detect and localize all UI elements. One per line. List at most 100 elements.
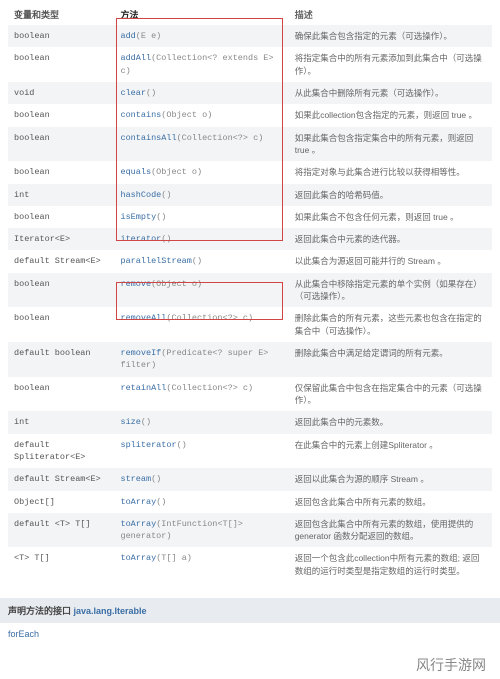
method-name-link[interactable]: hashCode (120, 190, 161, 200)
method-signature: remove(Object o) (114, 273, 288, 308)
table-row: booleanisEmpty()如果此集合不包含任何元素，则返回 true 。 (8, 206, 492, 228)
method-description: 返回以此集合为源的顺序 Stream 。 (289, 468, 492, 490)
table-row: inthashCode()返回此集合的哈希码值。 (8, 184, 492, 206)
table-row: booleanremove(Object o)从此集合中移除指定元素的单个实例（… (8, 273, 492, 308)
method-description: 将指定对象与此集合进行比较以获得相等性。 (289, 161, 492, 183)
method-params: (Object o) (151, 279, 202, 289)
table-row: Iterator<E>iterator()返回此集合中元素的迭代器。 (8, 228, 492, 250)
method-name-link[interactable]: remove (120, 279, 151, 289)
table-row: default Stream<E> parallelStream() 以此集合为源返… (8, 250, 492, 272)
watermark-text: 风行手游网 (0, 645, 500, 679)
method-signature: isEmpty() (114, 206, 288, 228)
method-name-link[interactable]: parallelStream (120, 256, 191, 266)
return-type: boolean (8, 273, 114, 308)
method-name-link[interactable]: retainAll (120, 383, 166, 393)
table-row: booleancontainsAll(Collection<?> c)如果此集合… (8, 127, 492, 162)
method-description: 返回包含此集合中所有元素的数组。 (289, 491, 492, 513)
method-description: 返回此集合中的元素数。 (289, 411, 492, 433)
inherited-method-link[interactable]: forEach (0, 623, 500, 645)
return-type: default Stream<E> (8, 468, 114, 490)
method-description: 以此集合为源返回可能并行的 Stream 。 (289, 250, 492, 272)
return-type: int (8, 411, 114, 433)
table-row: Object[]toArray()返回包含此集合中所有元素的数组。 (8, 491, 492, 513)
method-name-link[interactable]: spliterator (120, 440, 176, 450)
return-type: Iterator<E> (8, 228, 114, 250)
return-type: boolean (8, 206, 114, 228)
method-params: () (161, 190, 171, 200)
method-signature: removeAll(Collection<?> c) (114, 307, 288, 342)
method-name-link[interactable]: toArray (120, 553, 156, 563)
return-type: <T> T[] (8, 547, 114, 582)
return-type: default Spliterator<E> (8, 434, 114, 469)
return-type: boolean (8, 25, 114, 47)
table-row: booleanremoveAll(Collection<?> c)删除此集合的所… (8, 307, 492, 342)
method-params: () (177, 440, 187, 450)
method-params: (Collection<?> c) (177, 133, 264, 143)
method-description: 从此集合中移除指定元素的单个实例（如果存在）（可选操作）。 (289, 273, 492, 308)
method-description: 从此集合中删除所有元素（可选操作）。 (289, 82, 492, 104)
method-params: () (146, 88, 156, 98)
method-params: () (141, 417, 151, 427)
method-name-link[interactable]: stream (120, 474, 151, 484)
method-signature: size() (114, 411, 288, 433)
method-name-link[interactable]: contains (120, 110, 161, 120)
return-type: int (8, 184, 114, 206)
table-row: default Stream<E> stream() 返回以此集合为源的顺序 Str… (8, 468, 492, 490)
method-description: 如果此集合不包含任何元素，则返回 true 。 (289, 206, 492, 228)
method-description: 删除此集合中满足给定谓词的所有元素。 (289, 342, 492, 377)
return-type: boolean (8, 307, 114, 342)
method-name-link[interactable]: iterator (120, 234, 161, 244)
method-signature: containsAll(Collection<?> c) (114, 127, 288, 162)
method-signature: toArray() (114, 491, 288, 513)
method-description: 在此集合中的元素上创建Spliterator 。 (289, 434, 492, 469)
return-type: boolean (8, 127, 114, 162)
method-params: () (156, 497, 166, 507)
table-row: booleanretainAll(Collection<?> c)仅保留此集合中… (8, 377, 492, 412)
header-method: 方法 (114, 4, 288, 25)
method-description: 返回此集合的哈希码值。 (289, 184, 492, 206)
method-signature: removeIf(Predicate<? super E> filter) (114, 342, 288, 377)
header-return-type: 变量和类型 (8, 4, 114, 25)
method-description: 返回此集合中元素的迭代器。 (289, 228, 492, 250)
method-name-link[interactable]: containsAll (120, 133, 176, 143)
method-params: (Collection<?> c) (166, 313, 253, 323)
return-type: boolean (8, 104, 114, 126)
method-name-link[interactable]: clear (120, 88, 146, 98)
table-row: booleanequals(Object o)将指定对象与此集合进行比较以获得相… (8, 161, 492, 183)
return-type: default Stream<E> (8, 250, 114, 272)
method-signature: add(E e) (114, 25, 288, 47)
method-signature: equals(Object o) (114, 161, 288, 183)
method-name-link[interactable]: removeIf (120, 348, 161, 358)
api-table-container: 变量和类型 方法 描述 booleanadd(E e)确保此集合包含指定的元素（… (0, 0, 500, 590)
inherited-section-header: 声明方法的接口 java.lang.Iterable (0, 598, 500, 623)
method-signature: addAll(Collection<? extends E> c) (114, 47, 288, 82)
method-params: () (192, 256, 202, 266)
inherited-interface-link[interactable]: java.lang.Iterable (74, 606, 147, 616)
method-name-link[interactable]: addAll (120, 53, 151, 63)
table-row: booleanaddAll(Collection<? extends E> c)… (8, 47, 492, 82)
method-name-link[interactable]: toArray (120, 519, 156, 529)
method-params: () (151, 474, 161, 484)
table-row: default booleanremoveIf(Predicate<? supe… (8, 342, 492, 377)
method-name-link[interactable]: equals (120, 167, 151, 177)
method-signature: spliterator() (114, 434, 288, 469)
table-row: booleancontains(Object o)如果此collection包含… (8, 104, 492, 126)
method-name-link[interactable]: size (120, 417, 140, 427)
method-params: () (156, 212, 166, 222)
method-name-link[interactable]: removeAll (120, 313, 166, 323)
method-signature: retainAll(Collection<?> c) (114, 377, 288, 412)
method-name-link[interactable]: add (120, 31, 135, 41)
method-signature: hashCode() (114, 184, 288, 206)
method-params: (Object o) (151, 167, 202, 177)
method-signature: iterator() (114, 228, 288, 250)
method-name-link[interactable]: isEmpty (120, 212, 156, 222)
method-signature: contains(Object o) (114, 104, 288, 126)
method-table: 变量和类型 方法 描述 booleanadd(E e)确保此集合包含指定的元素（… (8, 4, 492, 582)
table-row: booleanadd(E e)确保此集合包含指定的元素（可选操作）。 (8, 25, 492, 47)
method-description: 删除此集合的所有元素，这些元素也包含在指定的集合中（可选操作）。 (289, 307, 492, 342)
method-params: (Collection<?> c) (166, 383, 253, 393)
table-row: intsize()返回此集合中的元素数。 (8, 411, 492, 433)
table-row: default Spliterator<E>spliterator()在此集合中… (8, 434, 492, 469)
method-name-link[interactable]: toArray (120, 497, 156, 507)
method-description: 确保此集合包含指定的元素（可选操作）。 (289, 25, 492, 47)
